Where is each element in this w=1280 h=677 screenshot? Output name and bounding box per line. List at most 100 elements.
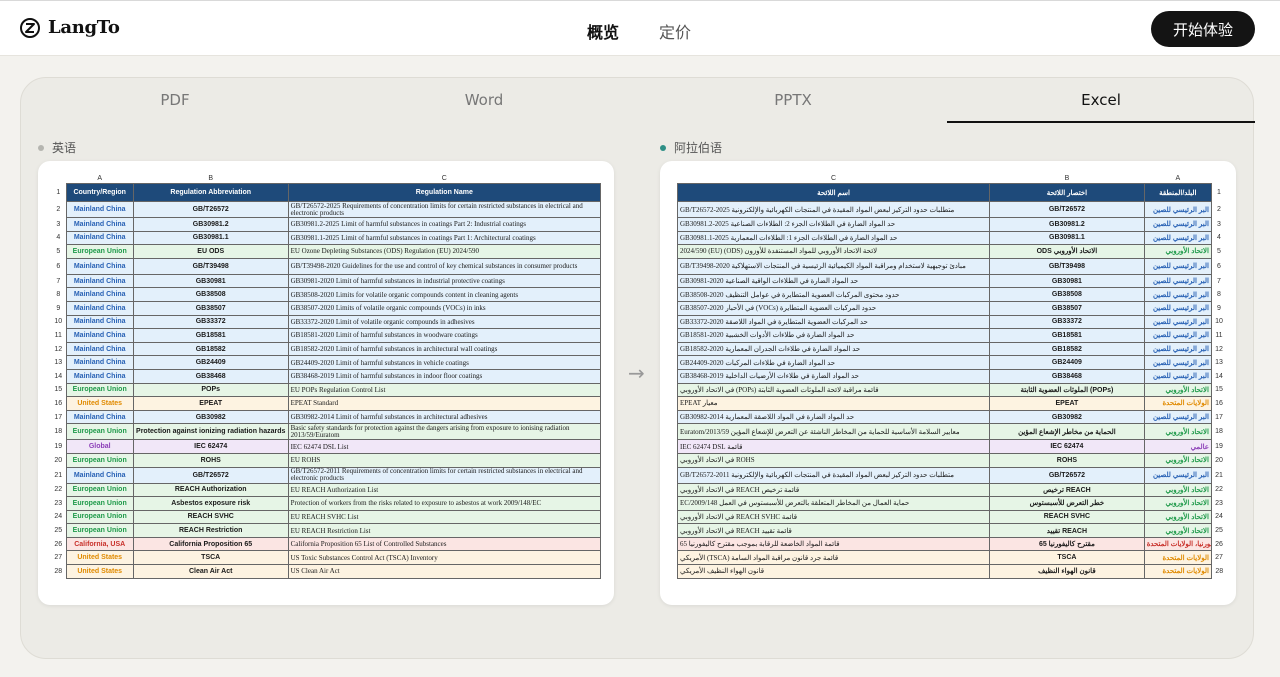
regulation-name-cell: قائمة تقييد REACH في الاتحاد الأوروبي	[676, 523, 991, 538]
start-trial-button[interactable]: 开始体验	[1151, 11, 1255, 47]
table-row: معايير السلامة الأساسية للحماية من المخا…	[676, 423, 1227, 441]
tab-excel[interactable]: Excel	[947, 78, 1255, 123]
column-header: Country/Region	[65, 183, 134, 202]
table-row: لائحة الاتحاد الأوروبي للمواد المستنفدة …	[676, 244, 1227, 259]
top-navbar: LangTo 概览 定价 开始体验	[0, 0, 1280, 56]
table-row: 14 Mainland China GB38468 GB38468-2019 Limi…	[51, 368, 602, 384]
regulation-name-cell: California Proposition 65 List of Contro…	[287, 536, 602, 552]
region-cell: البر الرئيسي للصين	[1143, 328, 1212, 343]
regulation-name-cell: حد المواد الضارة في طلاءات الأدوات الخشب…	[676, 328, 991, 343]
column-letters-row: A B C	[51, 174, 601, 184]
nav-pricing[interactable]: 定价	[659, 19, 691, 43]
row-number: 14	[54, 372, 63, 380]
table-row: 6 Mainland China GB/T39498 GB/T39498-2020 G…	[51, 257, 602, 275]
row-number: 8	[1217, 291, 1221, 299]
region-cell: البر الرئيسي للصين	[1143, 273, 1212, 289]
row-number: 1	[56, 189, 61, 196]
region-cell: Global	[65, 439, 134, 454]
abbreviation-cell: REACH Authorization	[132, 482, 289, 498]
table-row: 26 California, USA California Proposition …	[51, 536, 602, 552]
column-letters-row: CBA	[678, 174, 1227, 184]
row-number: 28	[1215, 567, 1224, 575]
abbreviation-cell: GB/T26572	[132, 201, 289, 218]
table-row: 18 European Union Protection against ioniz…	[51, 423, 602, 441]
table-row: حد المواد الضارة في الطلاءات الجزء 2: ال…	[676, 217, 1227, 232]
regulation-name-cell: EU Ozone Depleting Substances (ODS) Regu…	[287, 244, 602, 259]
region-cell: European Union	[65, 482, 134, 498]
abbreviation-cell: GB38468	[132, 368, 289, 384]
table-row: حماية العمال من المخاطر المتعلقة بالتعرض…	[676, 496, 1227, 511]
regulation-name-cell: حد المواد الضارة في الطلاءات الجزء 2: ال…	[676, 217, 991, 232]
table-row: حد المواد الضارة في الطلاءات الجزء 1: ال…	[676, 230, 1227, 246]
row-number-corner	[51, 174, 66, 184]
regulation-name-cell: EU REACH Restriction List	[287, 523, 602, 538]
row-number: 18	[54, 428, 63, 436]
row-number: 26	[54, 540, 63, 548]
abbreviation-cell: خطر التعرض للأسبستوس	[989, 496, 1145, 511]
abbreviation-cell: IEC 62474	[132, 439, 289, 454]
source-dot-icon	[38, 144, 44, 151]
target-dot-icon	[660, 144, 666, 151]
regulation-name-cell: معيار EPEAT	[676, 396, 991, 411]
abbreviation-cell: GB/T26572	[989, 201, 1145, 218]
table-row: 15 European Union POPs EU POPs Regulation C…	[51, 382, 602, 398]
row-number: 10	[1215, 318, 1223, 326]
row-number: 7	[56, 277, 61, 285]
row-number: 27	[1215, 554, 1223, 562]
abbreviation-cell: GB30981.1	[132, 230, 289, 246]
abbreviation-cell: EU ODS	[132, 244, 289, 259]
abbreviation-cell: قانون الهواء النظيف	[989, 564, 1145, 579]
regulation-name-cell: لائحة الاتحاد الأوروبي للمواد المستنفدة …	[676, 244, 991, 259]
tab-pdf[interactable]: PDF	[21, 78, 329, 123]
regulation-name-cell: حد المواد الضارة في الطلاءات الواقية الص…	[676, 273, 991, 289]
row-number: 17	[1215, 413, 1223, 421]
abbreviation-cell: POPs	[132, 382, 289, 398]
translated-spreadsheet: C B A اسم اللائحة اختصار اللائحة البلد/المنطق…	[676, 174, 1227, 579]
format-tabs: PDF Word PPTX Excel	[21, 78, 1255, 123]
regulation-name-cell: حد المواد الضارة في طلاءات الأرضيات الدا…	[676, 368, 991, 384]
row-number: 12	[54, 345, 63, 353]
regulation-name-cell: EU REACH SVHC List	[287, 509, 602, 525]
brand-logo[interactable]: LangTo	[20, 17, 120, 38]
tab-pptx[interactable]: PPTX	[639, 78, 947, 123]
region-cell: European Union	[65, 423, 134, 441]
table-row: 27 United States TSCA US Toxic Substances C…	[51, 550, 602, 566]
row-number: 6	[56, 262, 61, 270]
abbreviation-cell: TSCA	[132, 550, 289, 566]
source-document-preview: A B C 1 Country/Region Regulation Abbreviatio…	[38, 161, 614, 605]
tab-word[interactable]: Word	[330, 78, 638, 123]
region-cell: United States	[65, 550, 134, 566]
regulation-name-cell: GB24409-2020 Limit of harmful substances…	[287, 355, 602, 370]
row-number: 24	[1215, 513, 1223, 521]
region-cell: البر الرئيسي للصين	[1143, 409, 1212, 425]
region-cell: الولايات المتحدة	[1143, 564, 1212, 579]
nav-overview[interactable]: 概览	[587, 19, 619, 43]
abbreviation-cell: GB30981	[132, 273, 289, 289]
row-number: 7	[1217, 277, 1221, 285]
table-row: حد المواد الضارة في الطلاءات الواقية الص…	[676, 273, 1227, 289]
regulation-name-cell: قائمة مراقبة لائحة الملوثات العضوية الثا…	[676, 382, 991, 398]
table-row: 3 Mainland China GB30981.2 GB30981.2-2025 L…	[51, 217, 602, 232]
abbreviation-cell: GB33372	[132, 314, 289, 330]
abbreviation-cell: GB33372	[989, 314, 1145, 330]
regulation-name-cell: حد المركبات العضوية المتطايرة في المواد …	[676, 314, 991, 330]
regulation-name-cell: حد المواد الضارة في الطلاءات الجزء 1: ال…	[676, 230, 991, 246]
row-number: 16	[54, 399, 63, 407]
abbreviation-cell: EPEAT	[989, 396, 1145, 411]
abbreviation-cell: TSCA	[989, 550, 1145, 566]
abbreviation-cell: الملوثات العضوية الثابتة (POPs)	[989, 382, 1145, 398]
regulation-name-cell: قانون الهواء النظيف الأمريكي	[676, 564, 991, 579]
regulation-name-cell: GB18582-2020 Limit of harmful substances…	[287, 341, 602, 357]
table-row: 20 European Union ROHS EU ROHS	[51, 452, 602, 468]
region-cell: الاتحاد الأوروبي	[1143, 423, 1212, 441]
regulation-name-cell: قائمة ترخيص REACH في الاتحاد الأوروبي	[676, 482, 991, 498]
table-row: قائمة المواد الخاضعة للرقابة بموجب مقترح…	[676, 536, 1227, 552]
row-number: 26	[1215, 540, 1223, 548]
region-cell: الاتحاد الأوروبي	[1143, 482, 1212, 498]
abbreviation-cell: Protection against ionizing radiation ha…	[132, 423, 289, 441]
table-row: قائمة مراقبة لائحة الملوثات العضوية الثا…	[676, 382, 1227, 398]
regulation-name-cell: متطلبات حدود التركيز لبعض المواد المقيدة…	[676, 201, 991, 218]
row-number: 6	[1217, 262, 1221, 270]
abbreviation-cell: GB38508	[989, 287, 1145, 302]
abbreviation-cell: ترخيص REACH	[989, 482, 1145, 498]
